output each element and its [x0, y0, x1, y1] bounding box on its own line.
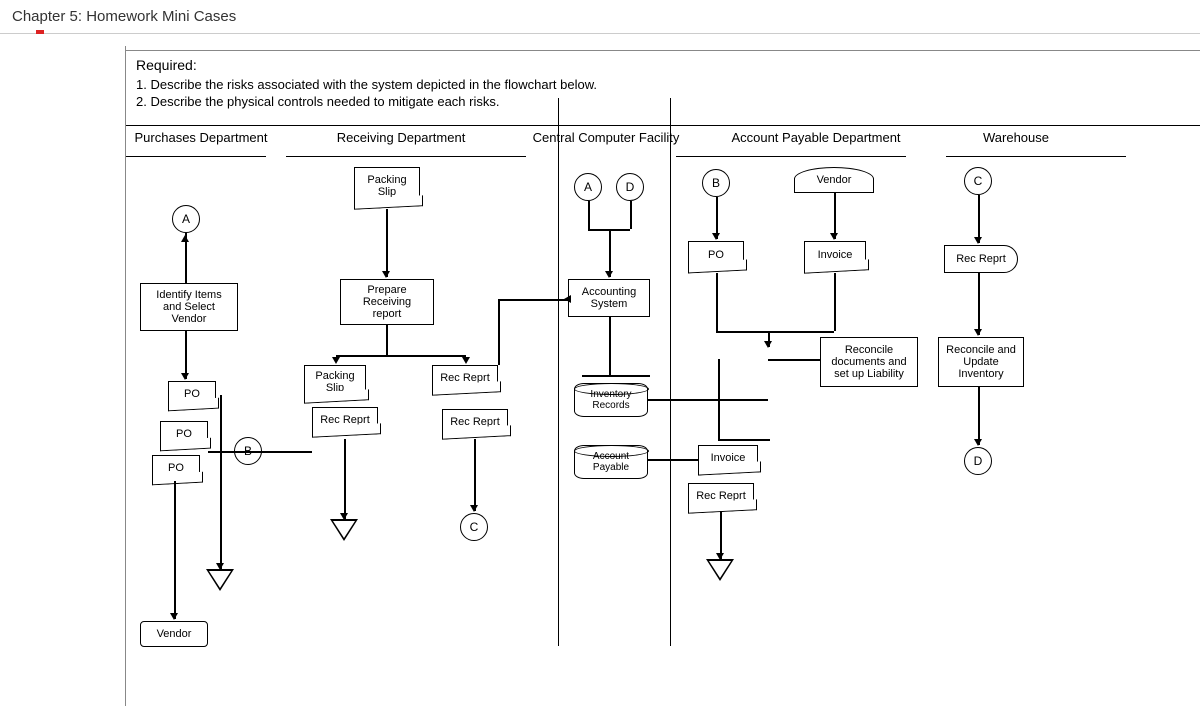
arrow: [220, 395, 222, 569]
required-heading: Required:: [136, 57, 1190, 73]
flowchart: Purchases Department Receiving Departmen…: [126, 125, 1200, 685]
rec-reprt-doc: Rec Reprt: [442, 409, 508, 433]
connector-a: A: [172, 205, 200, 233]
connector-d: D: [616, 173, 644, 201]
arrow: [716, 331, 834, 333]
header-rule: [676, 156, 906, 157]
rec-reprt-doc: Rec Reprt: [688, 483, 754, 507]
arrow: [609, 229, 611, 277]
rec-reprt-display: Rec Reprt: [944, 245, 1018, 273]
arrowhead: [712, 233, 720, 240]
arrow: [720, 511, 722, 559]
identify-items-process: Identify Items and Select Vendor: [140, 283, 238, 331]
arrow: [174, 481, 176, 619]
arrowhead: [462, 357, 470, 364]
arrowhead: [170, 613, 178, 620]
required-item-1: Describe the risks associated with the s…: [136, 77, 1190, 92]
vendor-terminator: Vendor: [140, 621, 208, 647]
arrowhead: [382, 271, 390, 278]
po-doc: PO: [168, 381, 216, 405]
account-payable-db: Account Payable: [574, 445, 648, 479]
offpage-triangle: [330, 519, 358, 541]
arrow: [474, 439, 476, 511]
content-panel: Required: Describe the risks associated …: [125, 46, 1200, 706]
arrow: [718, 439, 770, 441]
page-title: Chapter 5: Homework Mini Cases: [12, 8, 236, 25]
required-item-2: Describe the physical controls needed to…: [136, 94, 1190, 109]
required-list: Describe the risks associated with the s…: [136, 77, 1190, 109]
po-doc: PO: [160, 421, 208, 445]
packing-slip-doc-2: Packing Slip: [304, 365, 366, 397]
col-purchases: Purchases Department: [126, 130, 276, 145]
arrow: [185, 331, 187, 379]
connector-c: C: [460, 513, 488, 541]
arrowhead: [564, 295, 571, 303]
po-doc: PO: [152, 455, 200, 479]
prepare-receiving-process: Prepare Receiving report: [340, 279, 434, 325]
header-rule: [286, 156, 526, 157]
connector-c: C: [964, 167, 992, 195]
arrowhead: [974, 439, 982, 446]
arrowhead: [181, 373, 189, 380]
connector-a: A: [574, 173, 602, 201]
arrow: [386, 209, 388, 277]
reconcile-update-process: Reconcile and Update Inventory: [938, 337, 1024, 387]
accounting-system: Accounting System: [568, 279, 650, 317]
arrow: [648, 399, 768, 401]
arrow: [978, 195, 980, 243]
ruler-marker: [36, 30, 44, 34]
offpage-triangle: [706, 559, 734, 581]
rec-reprt-doc: Rec Reprt: [312, 407, 378, 431]
arrow: [588, 201, 590, 229]
column-headers: Purchases Department Receiving Departmen…: [126, 126, 1200, 149]
arrow: [630, 201, 632, 229]
arrowhead: [605, 271, 613, 278]
connector-d: D: [964, 447, 992, 475]
arrow: [609, 317, 611, 375]
arrow: [834, 273, 836, 331]
reconcile-process: Reconcile documents and set up Liability: [820, 337, 918, 387]
col-receiving: Receiving Department: [276, 130, 526, 145]
arrowhead: [181, 235, 189, 242]
invoice-doc: Invoice: [804, 241, 866, 267]
packing-slip-doc: Packing Slip: [354, 167, 420, 203]
arrow: [336, 355, 466, 357]
arrow: [978, 273, 980, 335]
col-warehouse: Warehouse: [946, 130, 1086, 145]
invoice-doc: Invoice: [698, 445, 758, 469]
arrow: [498, 299, 568, 301]
arrow: [344, 439, 346, 519]
connector-b: B: [702, 169, 730, 197]
page-title-bar: Chapter 5: Homework Mini Cases: [0, 0, 1200, 34]
arrowhead: [974, 237, 982, 244]
header-rule: [126, 156, 266, 157]
header-rule: [946, 156, 1126, 157]
col-ap: Account Payable Department: [686, 130, 946, 145]
arrow: [978, 387, 980, 445]
arrow: [768, 359, 820, 361]
arrow: [498, 299, 500, 365]
arrow: [718, 359, 720, 439]
arrowhead: [764, 341, 772, 348]
po-doc: PO: [688, 241, 744, 267]
arrowhead: [470, 505, 478, 512]
arrow: [220, 451, 312, 453]
required-section: Required: Describe the risks associated …: [126, 50, 1200, 117]
col-central: Central Computer Facility: [526, 130, 686, 145]
inventory-records-db: Inventory Records: [574, 383, 648, 417]
arrowhead: [830, 233, 838, 240]
arrow: [386, 325, 388, 355]
arrowhead: [974, 329, 982, 336]
flowchart-body: A Identify Items and Select Vendor PO PO…: [126, 159, 1200, 679]
rec-reprt-doc: Rec Reprt: [432, 365, 498, 389]
arrow: [716, 273, 718, 331]
offpage-triangle: [206, 569, 234, 591]
vendor-source: Vendor: [794, 167, 874, 193]
arrow: [582, 375, 650, 377]
arrowhead: [332, 357, 340, 364]
